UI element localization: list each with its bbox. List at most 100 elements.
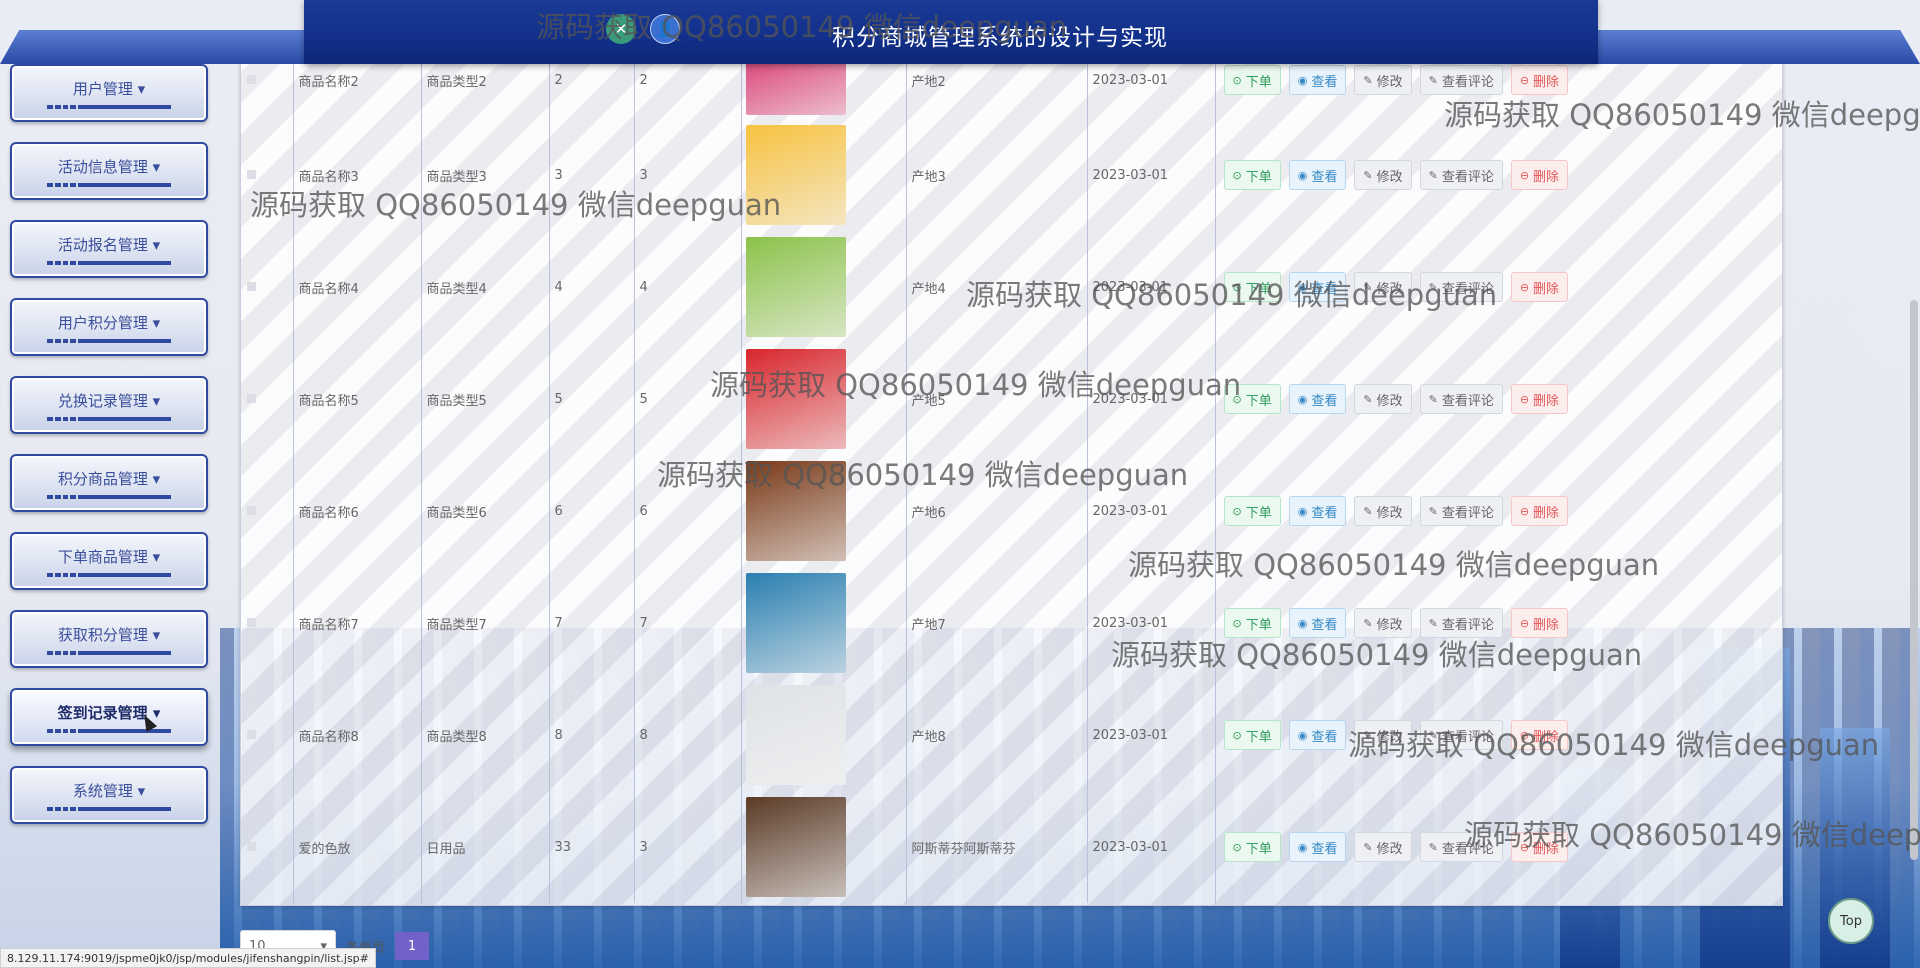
sidebar-item-points-goods[interactable]: 积分商品管理 ▾ <box>10 454 208 512</box>
order-button[interactable]: ⊙ 下单 <box>1223 720 1281 750</box>
order-button[interactable]: ⊙ 下单 <box>1223 608 1281 638</box>
view-label: 查看 <box>1311 281 1338 297</box>
view-review-button[interactable]: ✎ 查看评论 <box>1419 160 1503 190</box>
edit-icon: ✎ <box>1428 840 1438 854</box>
sidebar-item-exchange-records[interactable]: 兑换记录管理 ▾ <box>10 376 208 434</box>
delete-button[interactable]: ⊖ 删除 <box>1510 384 1569 414</box>
row-checkbox[interactable] <box>247 617 256 627</box>
sidebar-item-order-goods[interactable]: 下单商品管理 ▾ <box>10 532 208 590</box>
edit-button[interactable]: ✎ 修改 <box>1354 608 1412 638</box>
delete-button[interactable]: ⊖ 删除 <box>1510 496 1569 526</box>
cell-goods-type: 商品类型7 <box>421 567 550 679</box>
delete-button[interactable]: ⊖ 删除 <box>1510 160 1569 190</box>
cell-goods-type: 商品类型5 <box>421 343 550 455</box>
row-checkbox[interactable] <box>247 841 256 851</box>
view-review-button[interactable]: ✎ 查看评论 <box>1419 65 1503 95</box>
action-group: ⊙ 下单 ◉ 查看 ✎ 修改 ✎ 查看评论 ⊖ 删除 <box>1223 65 1785 95</box>
row-checkbox[interactable] <box>247 729 256 739</box>
sidebar-item-user-points[interactable]: 用户积分管理 ▾ <box>10 298 208 356</box>
cell-goods-image <box>741 119 907 231</box>
cell-stock: 7 <box>634 567 742 679</box>
sidebar-item-activity-signup[interactable]: 活动报名管理 ▾ <box>10 220 208 278</box>
delete-label: 删除 <box>1533 729 1560 745</box>
edit-button[interactable]: ✎ 修改 <box>1354 496 1412 526</box>
menu-decoration <box>47 104 171 109</box>
edit-icon: ✎ <box>1363 73 1373 87</box>
edit-button[interactable]: ✎ 修改 <box>1354 160 1412 190</box>
row-checkbox[interactable] <box>247 169 256 179</box>
order-label: 下单 <box>1245 281 1272 297</box>
order-button[interactable]: ⊙ 下单 <box>1223 65 1281 95</box>
row-checkbox[interactable] <box>247 74 256 84</box>
tool-icon[interactable]: ✕ <box>606 14 636 44</box>
view-button[interactable]: ◉ 查看 <box>1288 65 1347 95</box>
order-button[interactable]: ⊙ 下单 <box>1223 384 1281 414</box>
view-button[interactable]: ◉ 查看 <box>1288 608 1347 638</box>
view-review-button[interactable]: ✎ 查看评论 <box>1419 384 1503 414</box>
edit-label: 修改 <box>1376 617 1403 633</box>
cell-origin: 产地4 <box>906 231 1088 343</box>
row-checkbox[interactable] <box>247 393 256 403</box>
sidebar-item-earn-points[interactable]: 获取积分管理 ▾ <box>10 610 208 668</box>
sidebar-item-user[interactable]: 用户管理 ▾ <box>10 64 208 122</box>
scrollbar[interactable] <box>1910 300 1918 860</box>
order-button[interactable]: ⊙ 下单 <box>1223 160 1281 190</box>
edit-button[interactable]: ✎ 修改 <box>1354 720 1412 750</box>
sidebar-item-system[interactable]: 系统管理 ▾ <box>10 766 208 824</box>
view-button[interactable]: ◉ 查看 <box>1288 384 1347 414</box>
view-review-button[interactable]: ✎ 查看评论 <box>1419 608 1503 638</box>
edit-icon: ✎ <box>1428 616 1438 630</box>
view-review-button[interactable]: ✎ 查看评论 <box>1419 272 1503 302</box>
order-button[interactable]: ⊙ 下单 <box>1223 832 1281 862</box>
cell-goods-type: 商品类型3 <box>421 119 550 231</box>
edit-button[interactable]: ✎ 修改 <box>1354 65 1412 95</box>
view-button[interactable]: ◉ 查看 <box>1288 272 1347 302</box>
menu-decoration <box>47 650 171 655</box>
view-button[interactable]: ◉ 查看 <box>1288 832 1347 862</box>
back-to-top-button[interactable]: Top <box>1828 898 1874 944</box>
user-icon[interactable]: 👤 <box>650 14 680 44</box>
edit-button[interactable]: ✎ 修改 <box>1354 272 1412 302</box>
cell-actions: ⊙ 下单 ◉ 查看 ✎ 修改 ✎ 查看评论 ⊖ 删除 <box>1215 791 1784 903</box>
delete-button[interactable]: ⊖ 删除 <box>1510 832 1569 862</box>
check-circle-icon: ⊙ <box>1232 616 1242 630</box>
delete-label: 删除 <box>1533 393 1560 409</box>
order-label: 下单 <box>1245 841 1272 857</box>
table-row: 商品名称6 商品类型6 6 6 产地6 2023-03-01 ⊙ 下单 ◉ 查看 ✎ 修改 ✎ 查… <box>241 455 1784 567</box>
cell-date: 2023-03-01 <box>1087 343 1216 455</box>
view-review-button[interactable]: ✎ 查看评论 <box>1419 720 1503 750</box>
sidebar-item-label: 积分商品管理 ▾ <box>57 469 161 488</box>
row-checkbox-cell <box>241 119 294 231</box>
cell-points: 5 <box>549 343 635 455</box>
delete-label: 删除 <box>1533 841 1560 857</box>
delete-button[interactable]: ⊖ 删除 <box>1510 272 1569 302</box>
edit-icon: ✎ <box>1428 168 1438 182</box>
page-number-current[interactable]: 1 <box>395 932 430 960</box>
edit-button[interactable]: ✎ 修改 <box>1354 832 1412 862</box>
sidebar-item-checkin-records[interactable]: 签到记录管理 ▾ <box>10 688 208 746</box>
delete-button[interactable]: ⊖ 删除 <box>1510 65 1569 95</box>
order-button[interactable]: ⊙ 下单 <box>1223 272 1281 302</box>
delete-button[interactable]: ⊖ 删除 <box>1510 720 1569 750</box>
cell-goods-type: 商品类型8 <box>421 679 550 791</box>
cell-goods-type: 商品类型6 <box>421 455 550 567</box>
sidebar-item-label: 用户积分管理 ▾ <box>57 313 161 332</box>
view-button[interactable]: ◉ 查看 <box>1288 160 1347 190</box>
sidebar-item-label: 用户管理 ▾ <box>72 79 146 98</box>
minus-circle-icon: ⊖ <box>1519 168 1530 182</box>
view-review-button[interactable]: ✎ 查看评论 <box>1419 832 1503 862</box>
order-button[interactable]: ⊙ 下单 <box>1223 496 1281 526</box>
view-button[interactable]: ◉ 查看 <box>1288 496 1347 526</box>
table-row: 商品名称5 商品类型5 5 5 产地5 2023-03-01 ⊙ 下单 ◉ 查看 ✎ 修改 ✎ 查… <box>241 343 1784 455</box>
row-checkbox[interactable] <box>247 281 256 291</box>
delete-button[interactable]: ⊖ 删除 <box>1510 608 1569 638</box>
menu-decoration <box>47 182 171 187</box>
cell-stock: 4 <box>634 231 742 343</box>
edit-button[interactable]: ✎ 修改 <box>1354 384 1412 414</box>
cell-actions: ⊙ 下单 ◉ 查看 ✎ 修改 ✎ 查看评论 ⊖ 删除 <box>1215 679 1784 791</box>
view-button[interactable]: ◉ 查看 <box>1288 720 1347 750</box>
view-review-button[interactable]: ✎ 查看评论 <box>1419 496 1503 526</box>
sidebar-item-activity-info[interactable]: 活动信息管理 ▾ <box>10 142 208 200</box>
edit-icon: ✎ <box>1428 73 1438 87</box>
row-checkbox[interactable] <box>247 505 256 515</box>
